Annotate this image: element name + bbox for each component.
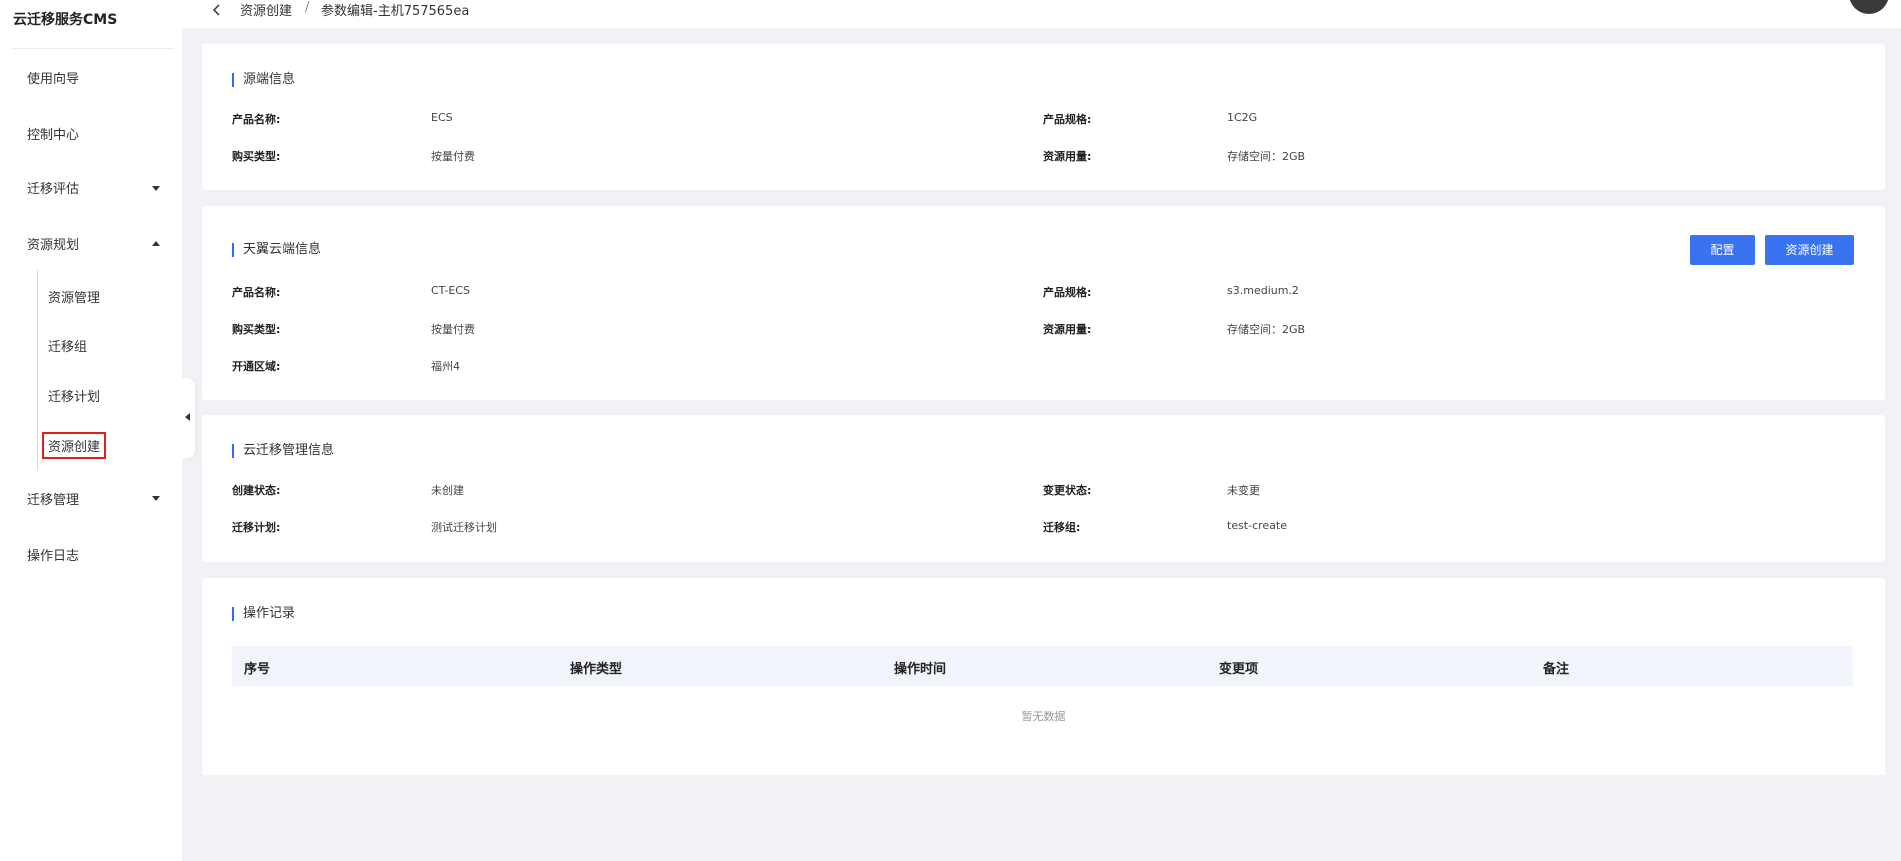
section-title: 操作记录	[232, 607, 295, 621]
caret-up-icon[interactable]	[152, 241, 160, 246]
purchase-type-value: 按量付费	[431, 150, 475, 163]
sidebar-item-migration-assessment[interactable]: 迁移评估	[27, 178, 79, 197]
breadcrumb-current: 参数编辑-主机757565ea	[321, 4, 470, 19]
product-name-value: CT-ECS	[431, 284, 470, 297]
column-header: 变更项	[1219, 662, 1259, 677]
sidebar-item-migration-management[interactable]: 迁移管理	[27, 489, 79, 508]
breadcrumb-separator: /	[305, 0, 310, 15]
column-header: 序号	[244, 662, 271, 677]
usage-value: 存储空间：2GB	[1227, 323, 1306, 336]
spec-value: 1C2G	[1227, 111, 1258, 124]
section-title: 云迁移管理信息	[232, 444, 334, 458]
app-title: 云迁移服务CMS	[13, 12, 118, 28]
resource-create-button[interactable]: 资源创建	[1765, 235, 1854, 265]
caret-down-icon[interactable]	[152, 186, 160, 191]
migration-plan-value: 测试迁移计划	[431, 521, 497, 534]
section-title: 天翼云端信息	[232, 243, 321, 257]
column-header: 备注	[1543, 662, 1570, 677]
sidebar-collapse-toggle[interactable]	[180, 378, 195, 458]
caret-down-icon[interactable]	[152, 496, 160, 501]
region-value: 福州4	[431, 360, 460, 373]
sidebar-item-guide[interactable]: 使用向导	[27, 68, 79, 87]
region-label: 开通区域:	[232, 360, 281, 373]
sidebar-item-control-center[interactable]: 控制中心	[27, 124, 79, 143]
sidebar-item-resource-planning[interactable]: 资源规划	[27, 234, 79, 253]
product-name-label: 产品名称:	[232, 286, 281, 299]
operation-records-card: 操作记录 序号 操作类型 操作时间 变更项 备注 暂无数据	[202, 578, 1885, 775]
spec-label: 产品规格:	[1043, 113, 1092, 126]
migration-plan-label: 迁移计划:	[232, 521, 281, 534]
collapse-left-icon	[185, 413, 190, 421]
create-status-label: 创建状态:	[232, 484, 281, 497]
migration-group-label: 迁移组:	[1043, 521, 1081, 534]
avatar[interactable]	[1849, 0, 1889, 14]
sidebar-item-migration-group[interactable]: 迁移组	[48, 336, 87, 355]
target-info-card: 天翼云端信息 配置 资源创建 产品名称: CT-ECS 产品规格: s3.med…	[202, 206, 1885, 400]
sidebar-item-migration-plan[interactable]: 迁移计划	[48, 386, 100, 405]
sidebar-item-resource-creation[interactable]: 资源创建	[41, 432, 107, 459]
column-header: 操作类型	[570, 662, 623, 677]
sidebar: 云迁移服务CMS 使用向导 控制中心 迁移评估 资源规划 资源管理 迁移组 迁移…	[0, 0, 182, 861]
spec-value: s3.medium.2	[1227, 284, 1299, 297]
migration-group-value: test-create	[1227, 519, 1288, 532]
purchase-type-value: 按量付费	[431, 323, 475, 336]
source-info-card: 源端信息 产品名称: ECS 产品规格: 1C2G 购买类型: 按量付费 资源用…	[202, 44, 1885, 190]
migration-management-card: 云迁移管理信息 创建状态: 未创建 变更状态: 未变更 迁移计划: 测试迁移计划…	[202, 415, 1885, 562]
chevron-left-icon[interactable]	[212, 4, 222, 20]
section-title: 源端信息	[232, 73, 295, 87]
submenu-line	[37, 270, 38, 470]
change-status-value: 未变更	[1227, 484, 1260, 497]
change-status-label: 变更状态:	[1043, 484, 1092, 497]
usage-label: 资源用量:	[1043, 323, 1092, 336]
product-name-label: 产品名称:	[232, 113, 281, 126]
divider	[13, 48, 174, 49]
breadcrumb-parent[interactable]: 资源创建	[240, 0, 292, 19]
usage-label: 资源用量:	[1043, 150, 1092, 163]
product-name-value: ECS	[431, 111, 453, 124]
empty-state: 暂无数据	[1021, 710, 1066, 723]
sidebar-item-operation-log[interactable]: 操作日志	[27, 545, 79, 564]
create-status-value: 未创建	[431, 484, 464, 497]
usage-value: 存储空间：2GB	[1227, 150, 1306, 163]
column-header: 操作时间	[894, 662, 947, 677]
purchase-type-label: 购买类型:	[232, 323, 281, 336]
sidebar-item-resource-management[interactable]: 资源管理	[48, 287, 100, 306]
header: 资源创建 / 参数编辑-主机757565ea	[182, 0, 1901, 28]
purchase-type-label: 购买类型:	[232, 150, 281, 163]
spec-label: 产品规格:	[1043, 286, 1092, 299]
table-header: 序号 操作类型 操作时间 变更项 备注	[232, 646, 1853, 686]
config-button[interactable]: 配置	[1690, 235, 1755, 265]
